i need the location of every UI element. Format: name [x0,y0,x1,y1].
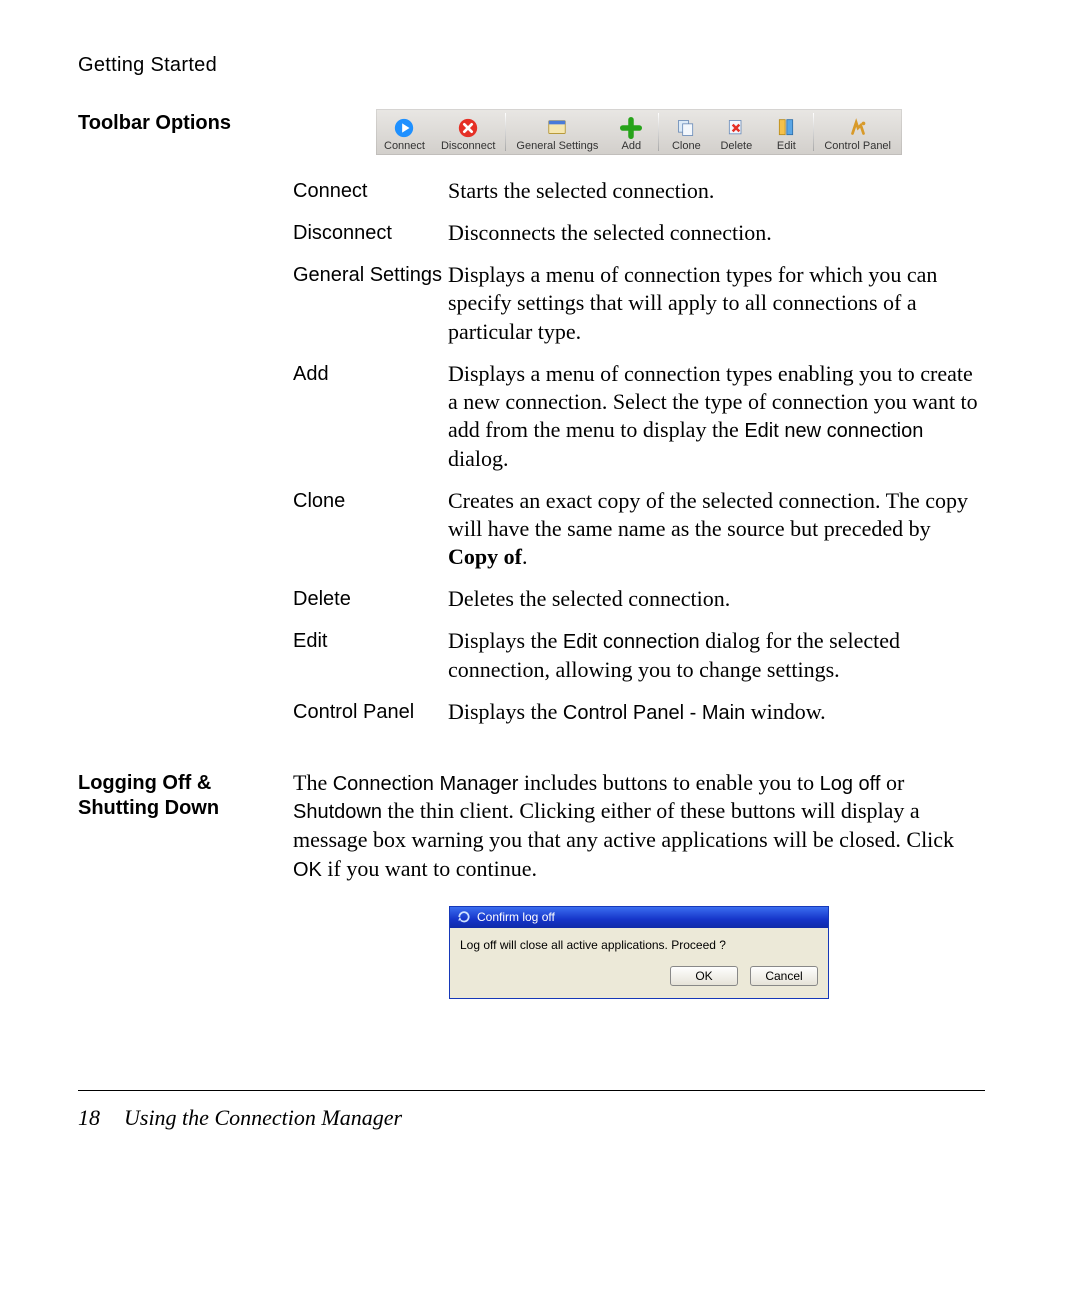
tb-disconnect-button[interactable]: Disconnect [433,109,503,155]
tb-control-panel-label: Control Panel [824,140,891,152]
def-text: Displays the [448,628,563,653]
tb-edit-button[interactable]: Edit [761,109,811,155]
def-term: General Settings [293,261,448,345]
def-row-disconnect: Disconnect Disconnects the selected conn… [293,219,985,247]
def-text: . [522,544,528,569]
tb-clone-label: Clone [672,140,701,152]
section-logging-off: Logging Off & Shutting Down The Connecti… [78,769,985,998]
tb-general-settings-button[interactable]: General Settings [508,109,606,155]
ui-name-inline: Log off [820,773,881,795]
def-term: Clone [293,487,448,571]
tb-add-label: Add [622,140,642,152]
def-row-edit: Edit Displays the Edit connection dialog… [293,627,985,684]
def-desc: Displays the Edit connection dialog for … [448,627,985,684]
ui-name-inline: Connection Manager [333,773,519,795]
edit-icon [775,117,797,139]
page-footer: 18 Using the Connection Manager [78,1090,985,1131]
dialog-title: Confirm log off [477,910,555,924]
tb-disconnect-label: Disconnect [441,140,495,152]
section-toolbar-options: Toolbar Options Connect Disconnect [78,109,985,741]
def-desc: Displays a menu of connection types enab… [448,360,985,473]
dialog-message: Log off will close all active applicatio… [460,938,818,952]
confirm-logoff-dialog: Confirm log off Log off will close all a… [450,907,828,998]
def-row-control-panel: Control Panel Displays the Control Panel… [293,698,985,727]
tb-add-button[interactable]: Add [606,109,656,155]
def-desc: Starts the selected connection. [448,177,985,205]
dialog-titlebar: Confirm log off [450,907,828,928]
ui-name-inline: OK [293,859,322,881]
tb-clone-button[interactable]: Clone [661,109,711,155]
def-row-connect: Connect Starts the selected connection. [293,177,985,205]
document-page: Getting Started Toolbar Options Connect … [0,0,1080,1311]
toolbar-separator [813,113,814,151]
tb-edit-label: Edit [777,140,796,152]
clone-icon [675,117,697,139]
def-term: Add [293,360,448,473]
page-number: 18 [78,1105,100,1131]
dialog-name-inline: Edit new connection [744,420,923,442]
tb-delete-label: Delete [720,140,752,152]
connect-icon [393,117,415,139]
side-heading-logoff: Logging Off & Shutting Down [78,769,293,821]
cancel-button[interactable]: Cancel [750,966,818,986]
def-desc: Displays the Control Panel - Main window… [448,698,985,727]
control-panel-icon [847,117,869,139]
def-term: Connect [293,177,448,205]
para-text: or [880,770,904,795]
def-term: Disconnect [293,219,448,247]
def-row-delete: Delete Deletes the selected connection. [293,585,985,613]
bold-inline: Copy of [448,544,522,569]
tb-general-settings-label: General Settings [516,140,598,152]
tb-connect-label: Connect [384,140,425,152]
para-text: The [293,770,333,795]
logoff-paragraph: The Connection Manager includes buttons … [293,769,985,883]
def-row-general-settings: General Settings Displays a menu of conn… [293,261,985,345]
def-row-add: Add Displays a menu of connection types … [293,360,985,473]
refresh-icon [457,910,471,924]
general-settings-icon [546,117,568,139]
disconnect-icon [457,117,479,139]
def-text: Displays the [448,699,563,724]
def-desc: Deletes the selected connection. [448,585,985,613]
tb-connect-button[interactable]: Connect [376,109,433,155]
def-term: Delete [293,585,448,613]
dialog-body: Log off will close all active applicatio… [450,928,828,998]
dialog-name-inline: Edit connection [563,631,700,653]
ui-name-inline: Shutdown [293,801,382,823]
tb-control-panel-button[interactable]: Control Panel [816,109,899,155]
dialog-buttons: OK Cancel [460,966,818,986]
dialog-name-inline: Control Panel - Main [563,702,745,724]
side-heading-toolbar: Toolbar Options [78,109,293,136]
toolbar-separator [658,113,659,151]
def-desc: Creates an exact copy of the selected co… [448,487,985,571]
add-icon [620,117,642,139]
footer-text: 18 Using the Connection Manager [78,1091,985,1131]
ok-button[interactable]: OK [670,966,738,986]
def-term: Edit [293,627,448,684]
para-text: includes buttons to enable you to [518,770,819,795]
def-row-clone: Clone Creates an exact copy of the selec… [293,487,985,571]
def-desc: Displays a menu of connection types for … [448,261,985,345]
logoff-body: The Connection Manager includes buttons … [293,769,985,998]
delete-icon [725,117,747,139]
toolbar-options-body: Connect Disconnect General Settings [293,109,985,741]
para-text: the thin client. Clicking either of thes… [293,798,954,852]
footer-title: Using the Connection Manager [124,1105,402,1131]
toolbar-separator [505,113,506,151]
toolbar-definitions: Connect Starts the selected connection. … [293,177,985,727]
def-term: Control Panel [293,698,448,727]
para-text: if you want to continue. [322,856,537,881]
def-text: dialog. [448,446,509,471]
def-text: Creates an exact copy of the selected co… [448,488,968,541]
tb-delete-button[interactable]: Delete [711,109,761,155]
def-text: window. [745,699,825,724]
toolbar-screenshot: Connect Disconnect General Settings [376,109,902,155]
running-head: Getting Started [78,54,985,77]
def-desc: Disconnects the selected connection. [448,219,985,247]
